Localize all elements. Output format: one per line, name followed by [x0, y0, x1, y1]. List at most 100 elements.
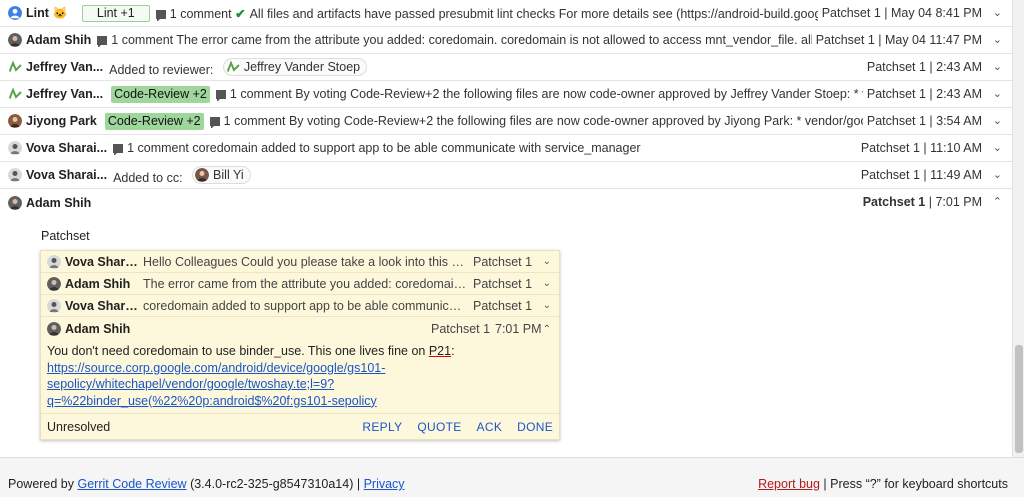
cc-name: Bill Yi [213, 167, 244, 182]
chevron-down-icon[interactable]: ⌄ [993, 108, 1002, 134]
chevron-down-icon[interactable]: ⌄ [993, 54, 1002, 80]
comment-count: 1 comment [169, 6, 232, 21]
privacy-link[interactable]: Privacy [364, 477, 405, 491]
patchset-date: Patchset 1 | 3:54 AM [862, 108, 982, 134]
footer-left: Powered by Gerrit Code Review (3.4.0-rc2… [8, 477, 405, 491]
message-summary: Added to cc: Bill Yi [113, 165, 982, 185]
comment-author: Adam Shih [65, 322, 131, 336]
source-link[interactable]: https://source.corp.google.com/android/d… [47, 361, 385, 408]
expanded-message-header[interactable]: Adam Shih Patchset 1 | 7:01 PM ⌃ [0, 189, 1012, 216]
avatar [47, 276, 61, 291]
comment-preview: Hello Colleagues Could you please take a… [143, 254, 468, 269]
message-summary: Added to reviewer: Jeffrey Vander Stoep [109, 57, 982, 77]
comment-icon [155, 9, 166, 21]
summary-text: By voting Code-Review+2 the following fi… [288, 114, 953, 128]
comment-icon [113, 144, 124, 155]
message-row[interactable]: Vova Sharai... Added to cc: Bill Yi Patc… [0, 162, 1012, 189]
message-row[interactable]: Jeffrey Van... Code-Review +2 1 comment … [0, 81, 1012, 108]
reviewer-chip[interactable]: Jeffrey Vander Stoep [222, 57, 368, 76]
avatar [8, 114, 22, 128]
message-row[interactable]: Vova Sharai... 1 comment coredomain adde… [0, 135, 1012, 162]
avatar [8, 168, 22, 182]
comment-author: Vova Sharaie... [65, 298, 143, 313]
comment-preview: The error came from the attribute you ad… [143, 276, 468, 291]
avatar [8, 60, 22, 74]
message-author: Vova Sharai... [26, 141, 108, 155]
unresolved-status: Unresolved [47, 419, 111, 434]
chevron-down-icon[interactable]: ⌄ [993, 0, 1002, 26]
comment-count: 1 comment [127, 141, 189, 155]
chevron-down-icon[interactable]: ⌄ [543, 278, 551, 289]
section-patchset-label: Patchset [41, 229, 90, 243]
comment-text-p21: P21 [428, 344, 452, 358]
comment-time: 7:01 PM [495, 322, 542, 336]
robot-icon: 🐱 [52, 6, 68, 20]
comment-icon [209, 117, 220, 128]
comment-text: You don't need coredomain to use binder_… [47, 344, 429, 358]
message-author: Jeffrey Van... [26, 60, 104, 74]
avatar [47, 298, 61, 313]
summary-text: Added to cc: [113, 170, 183, 185]
message-author: Lint [26, 6, 49, 20]
patchset-date: Patchset 1 | 11:49 AM [856, 162, 982, 188]
thread-actions: REPLY QUOTE ACK DONE [347, 414, 553, 440]
vote-chip: Code-Review +2 [104, 112, 204, 130]
comment-count: 1 comment [223, 114, 286, 128]
report-bug-link[interactable]: Report bug [758, 477, 820, 491]
message-row[interactable]: Adam Shih 1 comment The error came from … [0, 27, 1012, 54]
avatar [47, 254, 61, 269]
patchset-label: Patchset 1 [862, 195, 926, 209]
reply-button[interactable]: REPLY [362, 420, 402, 434]
comment-thread: Vova Sharaie... Hello Colleagues Could y… [40, 250, 560, 440]
avatar [8, 195, 22, 210]
patchset-date: Patchset 1 | 11:10 AM [856, 135, 982, 161]
comment-author: Vova Sharaie... [65, 254, 143, 269]
quote-button[interactable]: QUOTE [417, 420, 461, 434]
comment-patchset: Patchset 1 [473, 276, 533, 291]
chevron-down-icon[interactable]: ⌄ [993, 27, 1002, 53]
comment-patchset: Patchset 1 [473, 254, 533, 269]
footer-right: Report bug | Press “?” for keyboard shor… [758, 477, 1008, 491]
thread-comment-expanded-header[interactable]: Adam Shih Patchset 1 7:01 PM ⌃ [41, 317, 559, 341]
message-row[interactable]: Jiyong Park Code-Review +2 1 comment By … [0, 108, 1012, 135]
message-row[interactable]: Lint 🐱 Lint +1 1 comment ✔ All files and … [0, 0, 1012, 27]
comment-count: 1 comment [229, 87, 292, 101]
thread-comment-collapsed[interactable]: Vova Sharaie... coredomain added to supp… [41, 295, 559, 317]
comment-icon [97, 36, 108, 47]
comment-author: Adam Shih [65, 276, 131, 291]
chevron-down-icon[interactable]: ⌄ [993, 162, 1002, 188]
message-row[interactable]: Jeffrey Van... Added to reviewer: Jeffre… [0, 54, 1012, 81]
avatar [8, 6, 22, 20]
chevron-up-icon[interactable]: ⌃ [993, 189, 1002, 215]
done-button[interactable]: DONE [517, 420, 553, 434]
comment-body: You don't need coredomain to use binder_… [41, 341, 559, 409]
patchset-date: Patchset 1 | May 04 11:47 PM [811, 27, 982, 53]
chevron-down-icon[interactable]: ⌄ [543, 300, 551, 311]
patchset-date: Patchset 1 | 2:43 AM [862, 54, 982, 80]
comment-patchset: Patchset 1 [431, 322, 491, 336]
patchset-date: Patchset 1 | 7:01 PM [858, 189, 982, 215]
link-line: sepolicy/whitechapel/vendor/google/twosh… [47, 377, 335, 391]
chevron-down-icon[interactable]: ⌄ [993, 81, 1002, 107]
label-chip: Lint +1 [81, 4, 150, 22]
gerrit-link[interactable]: Gerrit Code Review [78, 477, 187, 491]
thread-comment-collapsed[interactable]: Vova Sharaie... Hello Colleagues Could y… [41, 251, 559, 273]
change-messages-panel: Lint 🐱 Lint +1 1 comment ✔ All files and … [0, 0, 1012, 457]
reviewer-name: Jeffrey Vander Stoep [243, 59, 361, 74]
avatar [8, 87, 22, 101]
cc-chip[interactable]: Bill Yi [192, 165, 251, 184]
vertical-scrollbar[interactable] [1012, 0, 1024, 457]
ack-button[interactable]: ACK [477, 420, 503, 434]
chevron-up-icon[interactable]: ⌃ [543, 324, 551, 335]
scrollbar-thumb[interactable] [1015, 345, 1023, 453]
avatar [8, 141, 22, 155]
link-line: q=%22binder_use(%22%20p:android$%20f:gs1… [47, 393, 377, 408]
comment-text-colon: : [451, 344, 455, 358]
chevron-down-icon[interactable]: ⌄ [543, 256, 551, 267]
summary-text: By voting Code-Review+2 the following fi… [295, 87, 956, 101]
check-icon: ✔ [235, 6, 246, 21]
message-author: Jeffrey Van... [26, 87, 104, 101]
avatar [195, 167, 210, 182]
chevron-down-icon[interactable]: ⌄ [993, 135, 1002, 161]
thread-comment-collapsed[interactable]: Adam Shih The error came from the attrib… [41, 273, 559, 295]
